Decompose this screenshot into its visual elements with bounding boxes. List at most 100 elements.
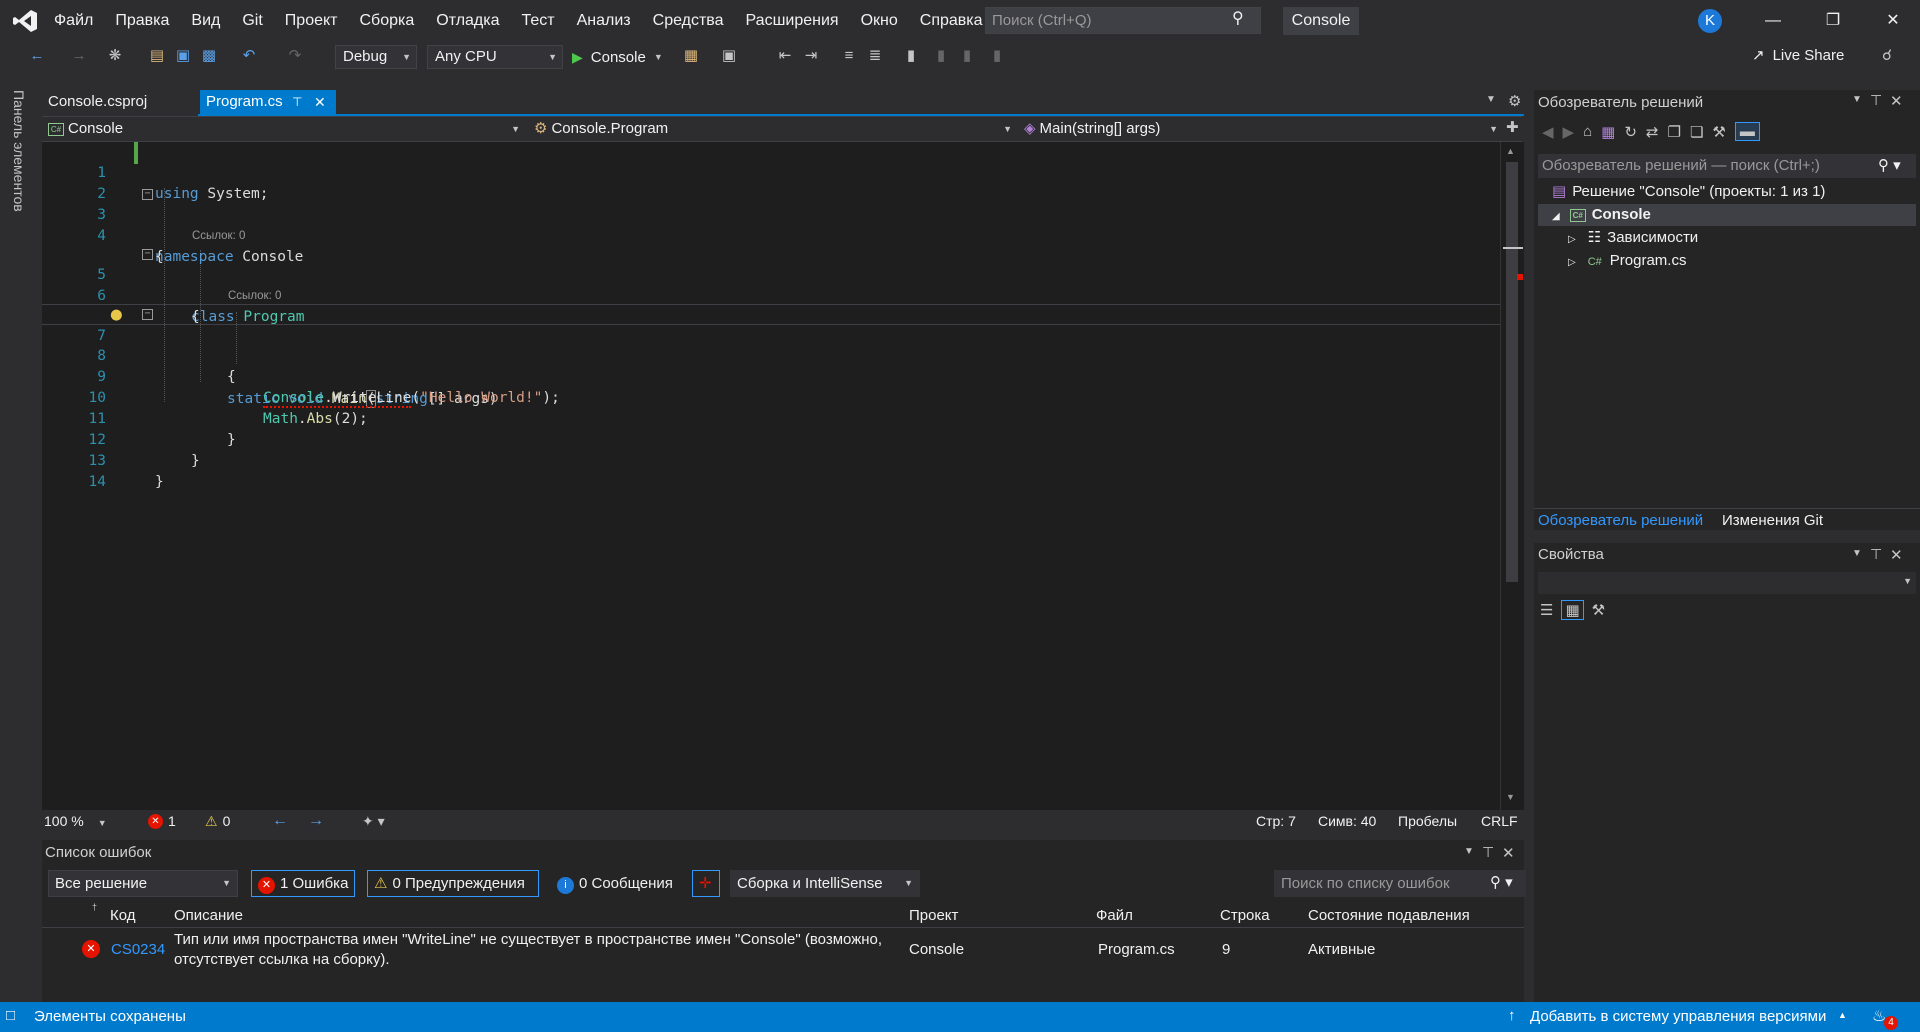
categorized-icon[interactable]: ☰	[1540, 601, 1553, 619]
close-icon[interactable]: ✕	[1890, 92, 1903, 110]
sort-icon[interactable]: †	[92, 902, 97, 912]
save-icon[interactable]: ▣	[172, 45, 194, 67]
restore-button[interactable]: ❐	[1808, 0, 1858, 42]
property-pages-icon[interactable]: ⚒	[1592, 601, 1605, 619]
menu-view[interactable]: Вид	[180, 0, 231, 42]
pin-icon[interactable]: ⊤	[1870, 546, 1882, 563]
menu-file[interactable]: Файл	[43, 0, 104, 42]
menu-build[interactable]: Сборка	[349, 0, 426, 42]
whitespace-indicator[interactable]: Пробелы	[1398, 810, 1457, 832]
prev-issue-icon[interactable]: ←	[272, 810, 288, 832]
menu-extensions[interactable]: Расширения	[735, 0, 850, 42]
back-icon[interactable]: ◀	[1542, 123, 1554, 141]
pin-icon[interactable]: ⊤	[1482, 844, 1494, 861]
column-line[interactable]: Строка	[1220, 904, 1270, 928]
forward-icon[interactable]: ▶	[1563, 123, 1575, 141]
project-dropdown[interactable]: C# Console ▼	[44, 117, 524, 141]
column-file[interactable]: Файл	[1096, 904, 1133, 928]
tree-dependencies[interactable]: ▷ ☷ Зависимости	[1568, 227, 1698, 249]
open-folder-icon[interactable]: ▤	[146, 45, 168, 67]
warnings-indicator[interactable]: ⚠ 0	[205, 810, 230, 832]
line-ending-indicator[interactable]: CRLF	[1481, 810, 1518, 832]
start-debugging-button[interactable]: ▶ Console ▼	[572, 45, 663, 69]
toolbox-tab[interactable]: Панель элементов	[11, 90, 27, 212]
code-cleanup-icon[interactable]: ✦ ▾	[362, 810, 385, 832]
chevron-down-icon[interactable]: ▼	[1852, 94, 1862, 105]
search-icon[interactable]: ⚲ ▾	[1490, 873, 1513, 891]
vertical-scrollbar[interactable]: ▲ ▼	[1500, 142, 1524, 810]
minimize-button[interactable]: —	[1748, 0, 1798, 42]
collapse-all-icon[interactable]: ❐	[1668, 123, 1681, 141]
prev-bookmark-icon[interactable]: ▮	[930, 45, 952, 67]
sync-icon[interactable]: ⇄	[1646, 123, 1659, 141]
new-project-icon[interactable]: ❋	[104, 45, 126, 67]
member-dropdown[interactable]: ◈ Main(string[] args) ▼	[1020, 117, 1502, 141]
menu-project[interactable]: Проект	[274, 0, 349, 42]
tree-program-cs[interactable]: ▷ C# Program.cs	[1568, 250, 1686, 272]
tree-project[interactable]: ◢ C# Console	[1538, 204, 1916, 226]
messages-filter-button[interactable]: i 0 Сообщения	[550, 870, 680, 897]
tab-console-csproj[interactable]: Console.csproj	[42, 90, 194, 114]
errors-indicator[interactable]: ✕ 1	[148, 810, 176, 832]
close-window-button[interactable]: ✕	[1868, 0, 1918, 42]
chevron-up-icon[interactable]: ▲	[1838, 1010, 1847, 1020]
table-row[interactable]: ✕ CS0234 Тип или имя пространства имен "…	[42, 928, 1524, 974]
close-tab-icon[interactable]: ✕	[314, 90, 326, 114]
pin-icon[interactable]: ⊤	[292, 90, 302, 114]
feedback-icon[interactable]: ☌	[1876, 45, 1898, 67]
redo-icon[interactable]: ↷	[284, 45, 306, 67]
scope-select[interactable]: Все решение ▼	[48, 870, 238, 897]
scroll-up-icon[interactable]: ▲	[1506, 146, 1515, 156]
save-all-icon[interactable]: ▩	[198, 45, 220, 67]
browse-icon[interactable]: ▦	[680, 45, 702, 67]
menu-window[interactable]: Окно	[850, 0, 909, 42]
indent-icon[interactable]: ≡	[838, 45, 860, 67]
next-bookmark-icon[interactable]: ▮	[956, 45, 978, 67]
errors-filter-button[interactable]: ✕ 1 Ошибка	[251, 870, 355, 897]
step-icon[interactable]: ⇤	[774, 45, 796, 67]
platform-select[interactable]: Any CPU ▼	[427, 45, 563, 69]
live-share-button[interactable]: ↗ Live Share	[1752, 46, 1844, 65]
menu-tools[interactable]: Средства	[642, 0, 735, 42]
collapse-icon[interactable]: −	[142, 309, 153, 320]
menu-git[interactable]: Git	[231, 0, 273, 42]
properties-object-select[interactable]: ▼	[1538, 572, 1916, 594]
alphabetical-icon[interactable]: ▦	[1561, 600, 1584, 620]
scrollbar-thumb[interactable]	[1506, 162, 1518, 582]
menu-debug[interactable]: Отладка	[425, 0, 510, 42]
pin-icon[interactable]: ⊤	[1870, 92, 1882, 109]
menu-test[interactable]: Тест	[511, 0, 566, 42]
configuration-select[interactable]: Debug ▼	[335, 45, 417, 69]
tab-solution-explorer[interactable]: Обозреватель решений	[1538, 512, 1703, 529]
chevron-down-icon[interactable]: ▼	[1852, 548, 1862, 559]
warnings-filter-button[interactable]: ⚠ 0 Предупреждения	[367, 870, 539, 897]
menu-analyze[interactable]: Анализ	[566, 0, 642, 42]
gear-icon[interactable]: ⚙	[1508, 92, 1521, 110]
clear-bookmarks-icon[interactable]: ▮	[986, 45, 1008, 67]
menu-help[interactable]: Справка	[909, 0, 994, 42]
forward-icon[interactable]: →	[68, 45, 90, 67]
collapse-icon[interactable]: −	[142, 189, 153, 200]
user-avatar[interactable]: K	[1698, 9, 1722, 33]
preview-icon[interactable]: ▬	[1734, 122, 1760, 141]
error-search-input[interactable]: Поиск по списку ошибок	[1274, 870, 1526, 897]
next-issue-icon[interactable]: →	[308, 810, 324, 832]
undo-icon[interactable]: ↶	[238, 45, 260, 67]
close-icon[interactable]: ✕	[1502, 844, 1515, 862]
collapse-icon[interactable]: −	[142, 249, 153, 260]
pending-changes-icon[interactable]: ↻	[1624, 123, 1637, 141]
column-description[interactable]: Описание	[174, 904, 243, 928]
source-select[interactable]: Сборка и IntelliSense ▼	[730, 870, 920, 897]
scroll-down-icon[interactable]: ▼	[1506, 792, 1515, 802]
column-project[interactable]: Проект	[909, 904, 958, 928]
filter-open-documents-icon[interactable]: ✛	[692, 870, 720, 897]
step-over-icon[interactable]: ⇥	[800, 45, 822, 67]
zoom-dropdown[interactable]: 100 % ▼	[44, 810, 116, 832]
tab-program-cs[interactable]: Program.cs ⊤ ✕	[200, 90, 336, 114]
code-editor[interactable]: 1 using System; 2 3 − namespace Console …	[42, 142, 1500, 810]
add-to-source-control-button[interactable]: Добавить в систему управления версиями	[1530, 1008, 1826, 1025]
show-all-files-icon[interactable]: ❏	[1690, 123, 1703, 141]
type-dropdown[interactable]: ⚙ Console.Program ▼	[530, 117, 1016, 141]
bookmark-icon[interactable]: ▮	[900, 45, 922, 67]
split-window-icon[interactable]: ✚	[1506, 118, 1519, 136]
